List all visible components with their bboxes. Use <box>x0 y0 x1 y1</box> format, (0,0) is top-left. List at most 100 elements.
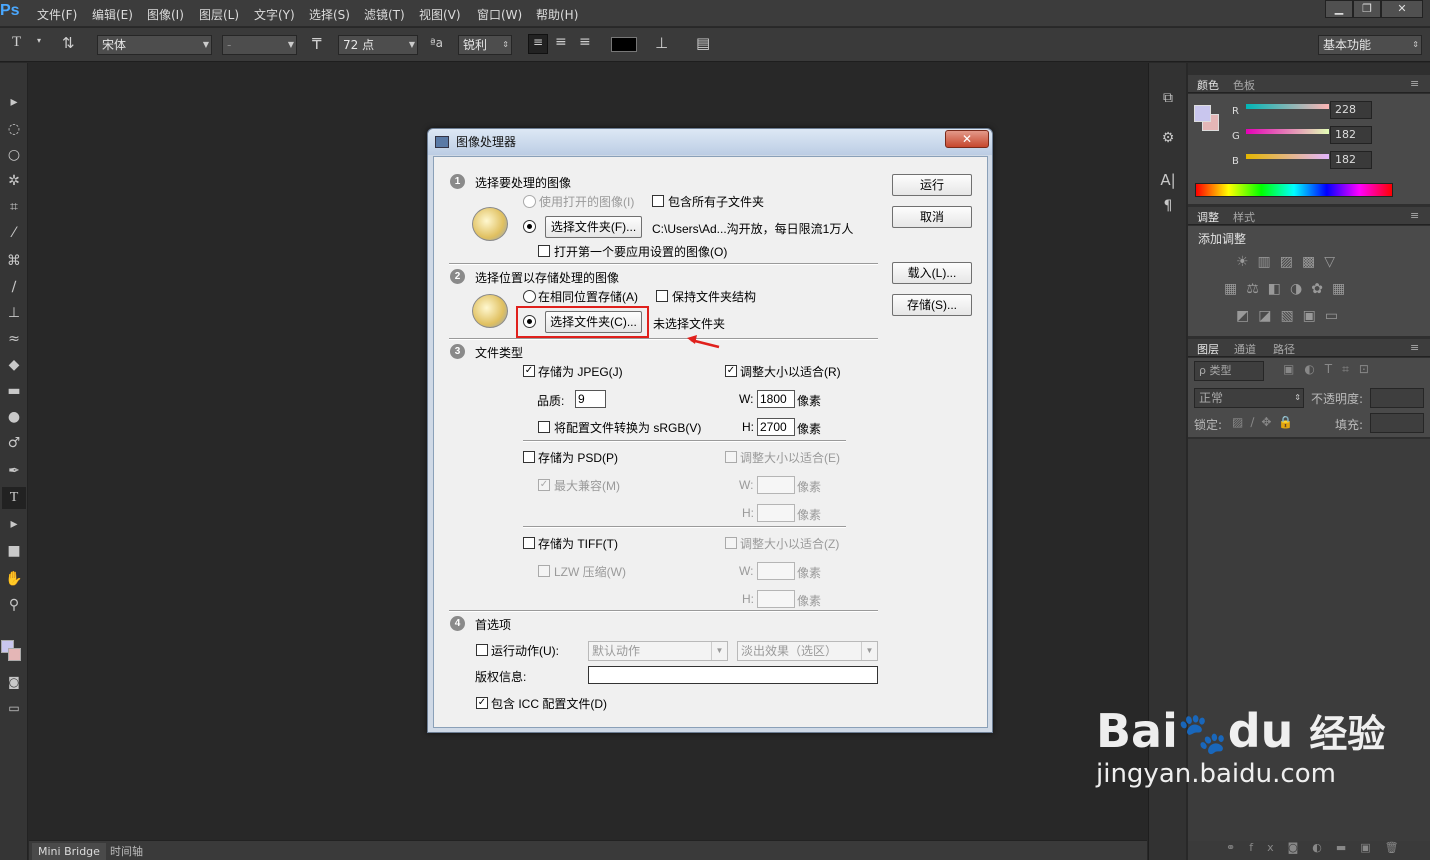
history-brush-tool-icon[interactable]: ≈ <box>2 328 26 350</box>
select-source-folder-button[interactable]: 选择文件夹(F)... <box>545 216 642 238</box>
tiff-width-input[interactable] <box>757 562 795 580</box>
font-style-select[interactable]: - ▼ <box>222 35 297 55</box>
tiff-height-input[interactable] <box>757 590 795 608</box>
path-select-tool-icon[interactable]: ▸ <box>2 513 26 535</box>
blur-tool-icon[interactable]: ● <box>2 406 26 428</box>
align-right-icon[interactable]: ≡ <box>579 34 591 50</box>
menu-type[interactable]: 文字(Y) <box>254 6 295 23</box>
healing-brush-tool-icon[interactable]: ⌘ <box>2 250 26 272</box>
tab-adjustments[interactable]: 调整 <box>1197 209 1219 225</box>
properties-panel-icon[interactable]: ⚙ <box>1156 127 1180 149</box>
lasso-tool-icon[interactable]: ○ <box>2 144 26 166</box>
font-family-select[interactable]: 宋体 ▼ <box>97 35 212 55</box>
restore-button[interactable]: ❐ <box>1353 0 1381 18</box>
warp-text-icon[interactable]: ⊥ <box>655 34 668 52</box>
type-tool-icon[interactable]: T <box>12 34 21 51</box>
history-panel-icon[interactable]: ⧉ <box>1156 87 1180 109</box>
menu-view[interactable]: 视图(V) <box>419 6 461 23</box>
move-tool-icon[interactable]: ▸ <box>2 91 26 113</box>
opacity-input[interactable] <box>1370 388 1424 408</box>
character-panel-icon[interactable]: ▤ <box>696 34 710 52</box>
pen-tool-icon[interactable]: ✒ <box>2 460 26 482</box>
panel-menu-icon[interactable]: ≡ <box>1410 341 1419 354</box>
select-source-folder-radio[interactable] <box>523 220 536 233</box>
blend-mode-select[interactable]: 正常 ⇕ <box>1194 388 1304 408</box>
max-compat-checkbox[interactable]: ✓ <box>538 479 550 491</box>
include-icc-checkbox[interactable]: ✓ <box>476 697 488 709</box>
adjustment-icons-row-3[interactable]: ◩◪▧▣▭ <box>1236 308 1347 324</box>
workspace-select[interactable]: 基本功能 ⇕ <box>1318 35 1422 55</box>
color-spectrum-bar[interactable] <box>1195 183 1393 197</box>
open-first-image-checkbox[interactable] <box>538 245 550 257</box>
quick-mask-icon[interactable]: ◙ <box>2 671 26 693</box>
marquee-tool-icon[interactable]: ◌ <box>2 118 26 140</box>
align-center-icon[interactable]: ≡ <box>555 34 567 50</box>
menu-image[interactable]: 图像(I) <box>147 6 184 23</box>
tab-layers[interactable]: 图层 <box>1197 341 1219 357</box>
rectangle-tool-icon[interactable]: ■ <box>2 540 26 562</box>
use-open-images-radio[interactable] <box>523 195 536 208</box>
layer-filter-icons[interactable]: ▣◐T⌗⊡ <box>1283 362 1379 377</box>
eraser-tool-icon[interactable]: ◆ <box>2 354 26 376</box>
lock-icons[interactable]: ▨∕✥🔒 <box>1232 415 1300 429</box>
tab-channels[interactable]: 通道 <box>1234 341 1256 357</box>
convert-srgb-checkbox[interactable] <box>538 421 550 433</box>
menu-select[interactable]: 选择(S) <box>309 6 350 23</box>
action-select[interactable]: 淡出效果（选区） ▼ <box>737 641 878 661</box>
run-button[interactable]: 运行 <box>892 174 972 196</box>
background-color-swatch[interactable] <box>8 648 21 661</box>
psd-height-input[interactable] <box>757 504 795 522</box>
tool-preset-dropdown-icon[interactable]: ▾ <box>37 36 41 45</box>
magic-wand-tool-icon[interactable]: ✲ <box>2 170 26 192</box>
jpeg-width-input[interactable]: 1800 <box>757 390 795 408</box>
quality-input[interactable]: 9 <box>575 390 606 408</box>
include-subfolders-checkbox[interactable] <box>652 195 664 207</box>
zoom-tool-icon[interactable]: ⚲ <box>2 594 26 616</box>
dialog-close-button[interactable]: ✕ <box>945 130 989 148</box>
text-orientation-icon[interactable]: ⇅ <box>62 34 75 52</box>
g-value[interactable]: 182 <box>1330 126 1372 144</box>
brush-tool-icon[interactable]: ∕ <box>2 276 26 298</box>
save-settings-button[interactable]: 存储(S)... <box>892 294 972 316</box>
panel-menu-icon[interactable]: ≡ <box>1410 209 1419 222</box>
action-set-select[interactable]: 默认动作 ▼ <box>588 641 728 661</box>
save-jpeg-checkbox[interactable]: ✓ <box>523 365 535 377</box>
panel-menu-icon[interactable]: ≡ <box>1410 77 1419 90</box>
font-size-select[interactable]: 72 点 ▼ <box>338 35 418 55</box>
tab-paths[interactable]: 路径 <box>1273 341 1295 357</box>
hand-tool-icon[interactable]: ✋ <box>2 568 26 590</box>
menu-window[interactable]: 窗口(W) <box>477 6 522 23</box>
adjustment-icons-row-2[interactable]: ▦⚖◧◑✿▦ <box>1224 281 1354 297</box>
keep-folder-structure-checkbox[interactable] <box>656 290 668 302</box>
menu-filter[interactable]: 滤镜(T) <box>364 6 405 23</box>
menu-help[interactable]: 帮助(H) <box>536 6 578 23</box>
tiff-resize-checkbox[interactable] <box>725 537 737 549</box>
paragraph-panel-icon[interactable]: ¶ <box>1156 195 1180 217</box>
r-slider[interactable] <box>1246 104 1329 109</box>
jpeg-resize-checkbox[interactable]: ✓ <box>725 365 737 377</box>
align-left-icon[interactable]: ≡ <box>528 34 548 54</box>
g-slider[interactable] <box>1246 129 1329 134</box>
save-tiff-checkbox[interactable] <box>523 537 535 549</box>
tab-mini-bridge[interactable]: Mini Bridge <box>32 843 106 860</box>
load-button[interactable]: 载入(L)... <box>892 262 972 284</box>
save-same-location-radio[interactable] <box>523 290 536 303</box>
adjustment-icons-row-1[interactable]: ☀▥▨▩▽ <box>1236 254 1344 270</box>
tab-color[interactable]: 颜色 <box>1197 77 1219 93</box>
eyedropper-tool-icon[interactable]: ⁄ <box>2 222 26 244</box>
minimize-button[interactable]: ▁ <box>1325 0 1353 18</box>
lzw-checkbox[interactable] <box>538 565 550 577</box>
text-color-swatch[interactable] <box>611 37 637 52</box>
menu-file[interactable]: 文件(F) <box>37 6 77 23</box>
copyright-input[interactable] <box>588 666 878 684</box>
menu-layer[interactable]: 图层(L) <box>199 6 239 23</box>
dodge-tool-icon[interactable]: ♂ <box>2 432 26 454</box>
gradient-tool-icon[interactable]: ▬ <box>2 380 26 402</box>
psd-resize-checkbox[interactable] <box>725 451 737 463</box>
jpeg-height-input[interactable]: 2700 <box>757 418 795 436</box>
psd-width-input[interactable] <box>757 476 795 494</box>
close-window-button[interactable]: ✕ <box>1381 0 1423 18</box>
tab-styles[interactable]: 样式 <box>1233 209 1255 225</box>
foreground-color-swatch[interactable] <box>1194 105 1211 122</box>
character-panel-icon[interactable]: A| <box>1156 169 1180 191</box>
